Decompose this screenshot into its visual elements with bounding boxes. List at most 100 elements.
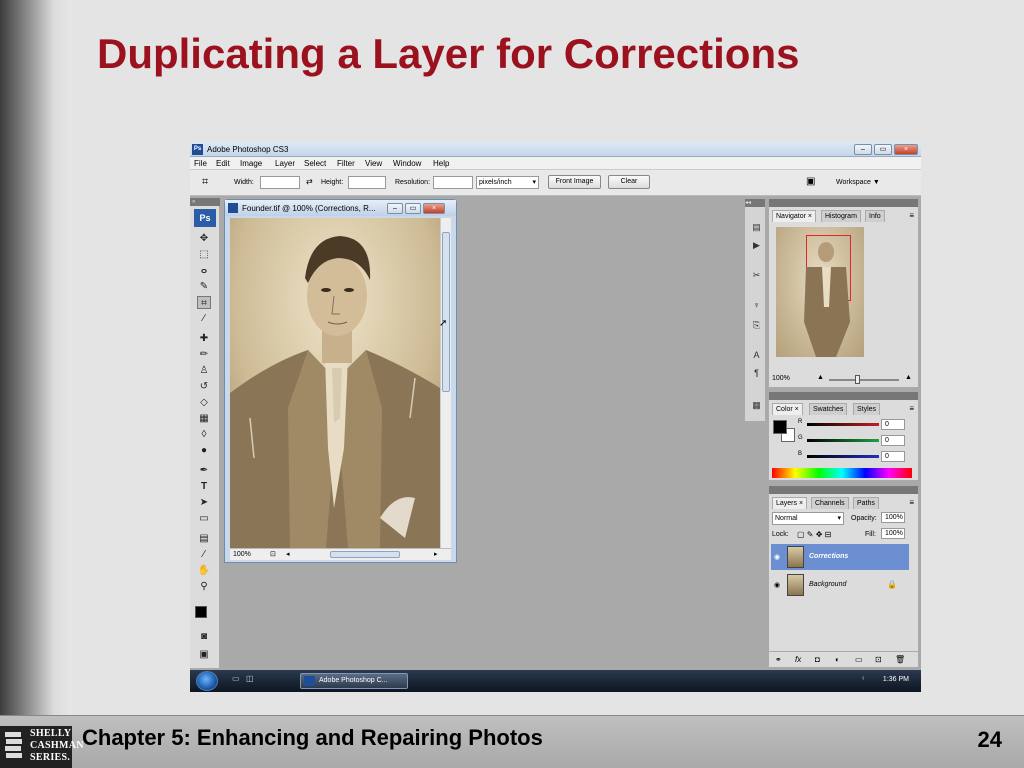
width-input[interactable] <box>260 176 300 189</box>
type-icon[interactable]: T <box>197 480 211 493</box>
foreground-color-swatch[interactable] <box>195 606 207 618</box>
taskbar-photoshop-button[interactable]: Adobe Photoshop C... <box>300 673 408 689</box>
brushes-panel-icon[interactable]: ♆ <box>750 299 763 312</box>
navigator-thumbnail[interactable] <box>776 227 864 357</box>
start-button[interactable] <box>196 671 218 691</box>
tab-channels[interactable]: Channels <box>811 497 849 509</box>
units-select[interactable]: pixels/inch ▾ <box>476 176 539 189</box>
actions-panel-icon[interactable]: ▶ <box>750 239 763 252</box>
taskbar-clock[interactable]: 1:36 PM <box>883 676 909 683</box>
bridge-icon[interactable]: ▣ <box>806 176 815 187</box>
tab-info[interactable]: Info <box>865 210 885 222</box>
visibility-eye-icon[interactable]: ◉ <box>774 553 780 561</box>
workspace-button[interactable]: Workspace ▼ <box>836 179 880 186</box>
red-slider[interactable] <box>807 423 879 426</box>
document-vertical-scrollbar[interactable] <box>440 218 451 548</box>
panel-menu-icon[interactable]: ≡ <box>909 498 914 507</box>
navigator-zoom[interactable]: 100% <box>772 375 790 382</box>
founder-photo[interactable] <box>230 218 440 548</box>
doc-close-button[interactable]: × <box>423 203 445 214</box>
move-icon[interactable]: ✥ <box>197 232 211 245</box>
tab-swatches[interactable]: Swatches <box>809 403 848 415</box>
quick-selection-icon[interactable]: ✎ <box>197 280 211 293</box>
doc-minimize-button[interactable]: – <box>387 203 403 214</box>
healing-brush-icon[interactable]: ✚ <box>197 332 211 345</box>
screen-mode-icon[interactable]: ▣ <box>197 648 211 661</box>
visibility-eye-icon[interactable]: ◉ <box>774 581 780 589</box>
front-image-button[interactable]: Front Image <box>548 175 601 189</box>
red-value[interactable]: 0 <box>881 419 905 430</box>
character-panel-icon[interactable]: A <box>750 349 763 362</box>
crop-icon[interactable]: ⌗ <box>197 296 211 309</box>
layer-comps-icon[interactable]: ▦ <box>750 399 763 412</box>
tool-presets-icon[interactable]: ✂ <box>750 269 763 282</box>
history-panel-icon[interactable]: ▤ <box>750 221 763 234</box>
zoom-slider[interactable] <box>829 379 899 381</box>
shape-icon[interactable]: ▭ <box>197 512 211 525</box>
quick-mask-icon[interactable]: ◙ <box>197 630 211 643</box>
tray-expand-icon[interactable]: ‹ <box>862 675 864 682</box>
clone-stamp-icon[interactable]: ♙ <box>197 364 211 377</box>
maximize-button[interactable]: ▭ <box>874 144 892 155</box>
tab-paths[interactable]: Paths <box>853 497 879 509</box>
show-desktop-icon[interactable]: ▭ <box>232 674 240 683</box>
notes-icon[interactable]: ▤ <box>197 532 211 545</box>
menu-filter[interactable]: Filter <box>337 159 355 168</box>
panel-menu-icon[interactable]: ≡ <box>909 211 914 220</box>
gradient-icon[interactable]: ▦ <box>197 412 211 425</box>
paragraph-panel-icon[interactable]: ¶ <box>750 367 763 380</box>
blue-slider[interactable] <box>807 455 879 458</box>
hand-icon[interactable]: ✋ <box>197 564 211 577</box>
menu-view[interactable]: View <box>365 159 382 168</box>
green-slider[interactable] <box>807 439 879 442</box>
color-spectrum-bar[interactable] <box>772 468 912 478</box>
eraser-icon[interactable]: ◇ <box>197 396 211 409</box>
history-brush-icon[interactable]: ↺ <box>197 380 211 393</box>
eyedropper-icon[interactable]: ⁄ <box>197 548 211 561</box>
brush-icon[interactable]: ✏ <box>197 348 211 361</box>
minimize-button[interactable]: – <box>854 144 872 155</box>
menu-select[interactable]: Select <box>304 159 326 168</box>
blend-mode-select[interactable]: Normal ▾ <box>772 512 844 525</box>
scroll-left-icon[interactable]: ◂ <box>286 550 290 558</box>
pen-icon[interactable]: ✒ <box>197 464 211 477</box>
new-layer-icon[interactable]: ⊡ <box>875 655 882 664</box>
zoom-slider-handle[interactable] <box>855 375 860 384</box>
delete-layer-icon[interactable]: 🗑 <box>895 655 905 664</box>
height-input[interactable] <box>348 176 386 189</box>
menu-file[interactable]: File <box>194 159 207 168</box>
marquee-icon[interactable]: ⬚ <box>197 248 211 261</box>
ps-logo[interactable]: Ps <box>194 209 216 227</box>
document-zoom[interactable]: 100% <box>233 551 251 558</box>
fill-value[interactable]: 100% <box>881 528 905 539</box>
switch-windows-icon[interactable]: ◫ <box>246 674 254 683</box>
lock-options-icon[interactable]: ▢ ✎ ✥ ⊟ <box>797 530 831 539</box>
color-foreground-swatch[interactable] <box>773 420 787 434</box>
blue-value[interactable]: 0 <box>881 451 905 462</box>
close-button[interactable]: × <box>894 144 918 155</box>
tab-styles[interactable]: Styles <box>853 403 881 415</box>
lasso-icon[interactable]: ⴰ <box>197 264 211 277</box>
clear-button[interactable]: Clear <box>608 175 650 189</box>
new-group-icon[interactable]: ▭ <box>855 655 863 664</box>
layer-style-icon[interactable]: fx <box>795 655 801 664</box>
tab-navigator[interactable]: Navigator × <box>772 210 816 222</box>
zoom-in-icon[interactable]: ▲ <box>905 374 912 381</box>
menu-layer[interactable]: Layer <box>275 159 295 168</box>
menu-window[interactable]: Window <box>393 159 421 168</box>
doc-maximize-button[interactable]: ▭ <box>405 203 421 214</box>
panel-menu-icon[interactable]: ≡ <box>909 404 914 413</box>
status-menu-icon[interactable]: ⊡ <box>270 550 276 558</box>
vertical-scroll-thumb[interactable] <box>442 232 450 392</box>
slice-icon[interactable]: ∕ <box>197 312 211 325</box>
resolution-input[interactable] <box>433 176 473 189</box>
tab-color[interactable]: Color × <box>772 403 803 415</box>
crop-tool-icon[interactable]: ⌗ <box>202 176 208 189</box>
tab-histogram[interactable]: Histogram <box>821 210 861 222</box>
zoom-icon[interactable]: ⚲ <box>197 580 211 593</box>
menu-image[interactable]: Image <box>240 159 262 168</box>
layer-row-corrections[interactable]: ◉ Corrections <box>771 544 909 570</box>
menu-edit[interactable]: Edit <box>216 159 230 168</box>
swap-icon[interactable]: ⇄ <box>306 177 313 186</box>
scroll-right-icon[interactable]: ▸ <box>434 550 438 558</box>
